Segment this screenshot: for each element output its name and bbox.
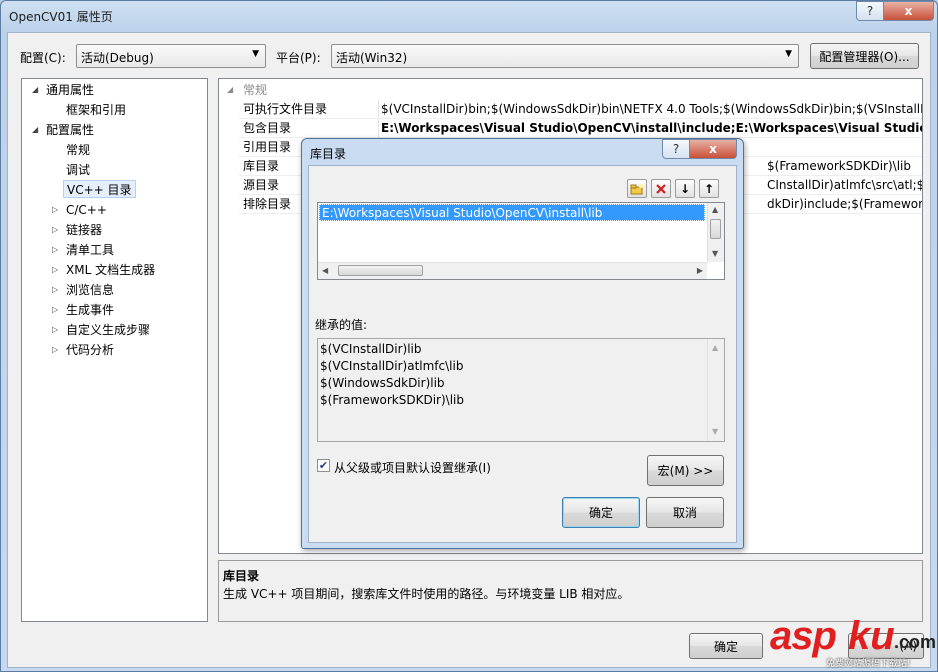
dialog-client-area: ↓ ↑ E:\Workspaces\Visual Studio\OpenCV\i… <box>308 165 737 543</box>
inherited-scrollbar[interactable]: ▲ ▼ <box>707 339 724 441</box>
scroll-up-icon[interactable]: ▲ <box>712 343 718 352</box>
tree-item-configuration-properties[interactable]: ◢ 配置属性 <box>32 121 94 139</box>
tree-item-linker[interactable]: ▷ 链接器 <box>52 221 102 239</box>
tree-item-manifest-tool[interactable]: ▷ 清单工具 <box>52 241 114 259</box>
collapsed-arrow-icon[interactable]: ▷ <box>52 261 58 279</box>
scroll-down-icon[interactable]: ▼ <box>712 249 718 258</box>
inherited-values-box: $(VCInstallDir)lib $(VCInstallDir)atlmfc… <box>317 338 725 442</box>
tree-item-cpp[interactable]: ▷ C/C++ <box>52 201 107 219</box>
scroll-left-icon[interactable]: ◀ <box>322 266 328 275</box>
tree-item-custom-build-step[interactable]: ▷ 自定义生成步骤 <box>52 321 150 339</box>
expand-arrow-icon[interactable]: ◢ <box>227 81 233 99</box>
chevron-down-icon: ▼ <box>252 49 259 59</box>
configuration-manager-button[interactable]: 配置管理器(O)... <box>810 43 919 69</box>
title-bar: OpenCV01 属性页 ? x <box>1 1 937 31</box>
arrow-up-icon: ↑ <box>703 181 715 196</box>
platform-label: 平台(P): <box>276 51 321 65</box>
grid-row-executable-dirs[interactable]: 可执行文件目录 $(VCInstallDir)bin;$(WindowsSdkDi… <box>239 100 922 119</box>
description-text: 生成 VC++ 项目期间，搜索库文件时使用的路径。与环境变量 LIB 相对应。 <box>223 587 630 601</box>
help-button[interactable]: ? <box>856 1 884 21</box>
expand-arrow-icon[interactable]: ◢ <box>32 81 38 99</box>
library-directories-dialog: 库目录 ? x ↓ ↑ E:\Workspaces\Visual Studio\… <box>301 138 744 549</box>
scroll-up-icon[interactable]: ▲ <box>712 205 718 214</box>
collapsed-arrow-icon[interactable]: ▷ <box>52 201 58 219</box>
dialog-help-button[interactable]: ? <box>662 139 690 159</box>
delete-line-button[interactable] <box>651 179 671 198</box>
chevron-down-icon: ▼ <box>785 49 792 59</box>
ok-button[interactable]: 确定 <box>689 633 763 659</box>
dialog-title: 库目录 <box>310 147 347 161</box>
scroll-down-icon[interactable]: ▼ <box>712 427 718 436</box>
help-icon: ? <box>866 4 874 18</box>
collapsed-arrow-icon[interactable]: ▷ <box>52 321 58 339</box>
config-label: 配置(C): <box>20 51 66 65</box>
tree-item-xml-doc-generator[interactable]: ▷ XML 文档生成器 <box>52 261 155 279</box>
directory-list[interactable]: E:\Workspaces\Visual Studio\OpenCV\insta… <box>317 202 725 280</box>
inherit-checkbox[interactable]: ✔ <box>317 459 330 472</box>
horizontal-scrollbar[interactable]: ◀ ▶ <box>318 262 707 279</box>
scroll-thumb[interactable] <box>338 265 423 276</box>
collapsed-arrow-icon[interactable]: ▷ <box>52 281 58 299</box>
move-down-button[interactable]: ↓ <box>675 179 695 198</box>
configuration-value: 活动(Debug) <box>81 51 154 65</box>
dialog-cancel-button[interactable]: 取消 <box>646 497 724 528</box>
close-icon: x <box>904 4 913 18</box>
grid-category-general[interactable]: ◢ 常规 <box>219 81 922 99</box>
tree-item-build-events[interactable]: ▷ 生成事件 <box>52 301 114 319</box>
tree-item-debugging[interactable]: 调试 <box>66 161 90 179</box>
grid-row-include-dirs[interactable]: 包含目录 E:\Workspaces\Visual Studio\OpenCV\i… <box>239 119 922 138</box>
collapsed-arrow-icon[interactable]: ▷ <box>52 341 58 359</box>
platform-value: 活动(Win32) <box>336 51 408 65</box>
close-button[interactable]: x <box>883 1 934 21</box>
inherited-value: $(VCInstallDir)lib <box>320 342 422 356</box>
delete-icon <box>656 183 666 194</box>
collapsed-arrow-icon[interactable]: ▷ <box>52 241 58 259</box>
macros-button[interactable]: 宏(M) >> <box>647 455 724 486</box>
directory-entry[interactable]: E:\Workspaces\Visual Studio\OpenCV\insta… <box>319 204 705 221</box>
tree-item-general[interactable]: 常规 <box>66 141 90 159</box>
scroll-right-icon[interactable]: ▶ <box>697 266 703 275</box>
new-line-button[interactable] <box>627 179 647 198</box>
dialog-ok-button[interactable]: 确定 <box>562 497 640 528</box>
tree-item-framework-references[interactable]: 框架和引用 <box>66 101 126 119</box>
tree-item-browse-info[interactable]: ▷ 浏览信息 <box>52 281 114 299</box>
inherited-value: $(FrameworkSDKDir)\lib <box>320 393 464 407</box>
close-icon: x <box>709 142 717 156</box>
help-icon: ? <box>672 142 680 156</box>
collapsed-arrow-icon[interactable]: ▷ <box>52 301 58 319</box>
inherited-value: $(VCInstallDir)atlmfc\lib <box>320 359 464 373</box>
scroll-thumb[interactable] <box>710 219 721 239</box>
inherited-values-label: 继承的值: <box>315 318 368 332</box>
tree-item-code-analysis[interactable]: ▷ 代码分析 <box>52 341 114 359</box>
expand-arrow-icon[interactable]: ◢ <box>32 121 38 139</box>
dialog-close-button[interactable]: x <box>689 139 737 159</box>
new-folder-icon <box>630 183 643 194</box>
description-title: 库目录 <box>223 569 260 583</box>
checkmark-icon: ✔ <box>318 459 329 472</box>
inherited-value: $(WindowsSdkDir)lib <box>320 376 445 390</box>
arrow-down-icon: ↓ <box>679 181 691 196</box>
tree-item-vc-directories[interactable]: VC++ 目录 <box>63 180 136 198</box>
inherit-checkbox-label[interactable]: 从父级或项目默认设置继承(I) <box>334 459 491 476</box>
platform-select[interactable]: 活动(Win32) ▼ <box>331 44 799 68</box>
vertical-scrollbar[interactable]: ▲ ▼ <box>707 203 724 262</box>
collapsed-arrow-icon[interactable]: ▷ <box>52 221 58 239</box>
watermark-logo: asp ku .com 免费网站源码下载站! <box>770 614 937 669</box>
move-up-button[interactable]: ↑ <box>699 179 719 198</box>
property-tree: ◢ 通用属性 框架和引用 ◢ 配置属性 常规 调试 VC++ 目录 ▷ C/C++ ▷… <box>21 78 208 622</box>
configuration-select[interactable]: 活动(Debug) ▼ <box>76 44 266 68</box>
tree-item-common-properties[interactable]: ◢ 通用属性 <box>32 81 94 99</box>
window-title: OpenCV01 属性页 <box>9 10 113 24</box>
